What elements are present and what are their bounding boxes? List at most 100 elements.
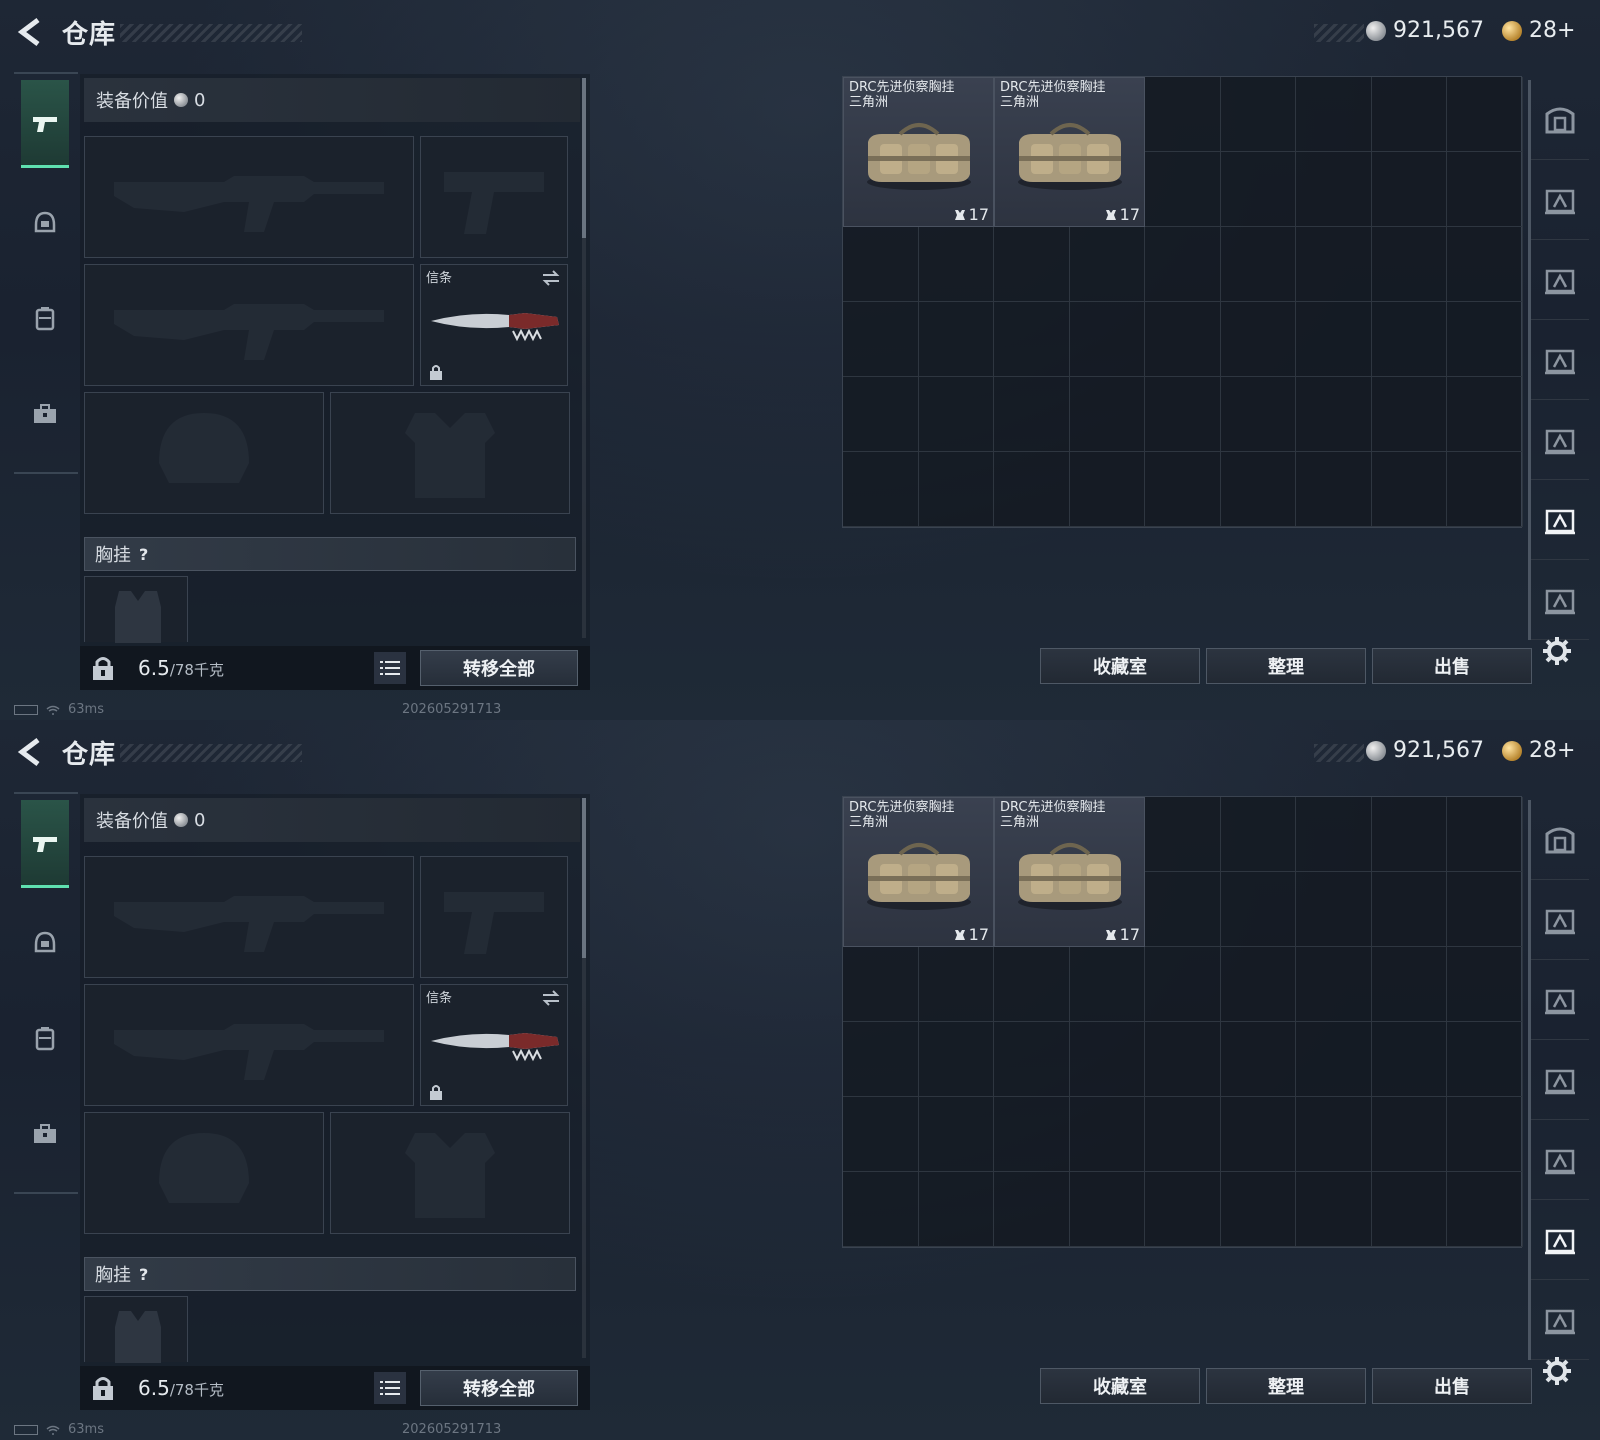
storage-tab[interactable] (1531, 160, 1589, 240)
storage-tab[interactable] (1531, 1280, 1589, 1360)
storage-tab[interactable] (1531, 80, 1589, 160)
storage-tab[interactable] (1531, 400, 1589, 480)
grid-cell[interactable] (1069, 227, 1145, 302)
nav-toolbox[interactable] (21, 370, 69, 458)
grid-cell[interactable] (843, 947, 919, 1022)
collection-room-button[interactable]: 收藏室 (1040, 648, 1200, 684)
swap-icon[interactable] (541, 989, 561, 1007)
nav-helmet[interactable] (21, 898, 69, 986)
grid-cell[interactable] (994, 1172, 1070, 1247)
storage-item[interactable]: DRC先进侦察胸挂 三角洲 17 (843, 797, 994, 947)
grid-cell[interactable] (1069, 452, 1145, 527)
scrollbar[interactable] (582, 78, 586, 238)
primary-weapon-slot[interactable] (84, 136, 414, 258)
gear-icon[interactable] (1542, 636, 1572, 666)
grid-cell[interactable] (1371, 152, 1447, 227)
grid-cell[interactable] (1447, 152, 1523, 227)
chest-rig-slot[interactable] (84, 1296, 188, 1363)
grid-cell[interactable] (1220, 302, 1296, 377)
grid-cell[interactable] (1220, 152, 1296, 227)
nav-helmet[interactable] (21, 178, 69, 266)
storage-grid[interactable]: DRC先进侦察胸挂 三角洲 17 DRC先进侦察胸挂 三角洲 17 (842, 796, 1523, 1248)
grid-cell[interactable] (1296, 1022, 1372, 1097)
grid-cell[interactable] (843, 377, 919, 452)
grid-cell[interactable] (1447, 377, 1523, 452)
grid-cell[interactable] (1296, 377, 1372, 452)
grid-cell[interactable] (1296, 1097, 1372, 1172)
secondary-weapon-slot[interactable] (84, 264, 414, 386)
storage-tab[interactable] (1531, 560, 1589, 640)
grid-cell[interactable] (1145, 947, 1221, 1022)
grid-cell[interactable] (1447, 947, 1523, 1022)
grid-cell[interactable] (1296, 452, 1372, 527)
grid-cell[interactable] (1069, 302, 1145, 377)
grid-cell[interactable] (1296, 227, 1372, 302)
grid-cell[interactable] (843, 452, 919, 527)
sell-button[interactable]: 出售 (1372, 1368, 1532, 1404)
grid-cell[interactable] (1371, 452, 1447, 527)
helmet-slot[interactable] (84, 392, 324, 514)
swap-icon[interactable] (541, 269, 561, 287)
grid-cell[interactable] (1371, 1022, 1447, 1097)
grid-cell[interactable] (1296, 152, 1372, 227)
grid-cell[interactable] (1371, 77, 1447, 152)
secondary-weapon-slot[interactable] (84, 984, 414, 1106)
grid-cell[interactable] (843, 227, 919, 302)
grid-cell[interactable] (1145, 377, 1221, 452)
storage-tab[interactable] (1531, 480, 1589, 560)
grid-cell[interactable] (843, 1172, 919, 1247)
storage-tab[interactable] (1531, 1040, 1589, 1120)
sort-button[interactable]: 整理 (1206, 648, 1366, 684)
grid-cell[interactable] (1145, 797, 1221, 872)
grid-cell[interactable] (1220, 227, 1296, 302)
grid-cell[interactable] (1220, 452, 1296, 527)
grid-cell[interactable] (1447, 797, 1523, 872)
storage-tab[interactable] (1531, 800, 1589, 880)
list-view-button[interactable] (374, 1372, 406, 1404)
grid-cell[interactable] (843, 1022, 919, 1097)
grid-cell[interactable] (1220, 377, 1296, 452)
grid-cell[interactable] (1296, 302, 1372, 377)
grid-cell[interactable] (1069, 947, 1145, 1022)
grid-cell[interactable] (994, 227, 1070, 302)
grid-cell[interactable] (1447, 302, 1523, 377)
grid-cell[interactable] (1371, 227, 1447, 302)
grid-cell[interactable] (1447, 227, 1523, 302)
grid-cell[interactable] (1447, 452, 1523, 527)
grid-cell[interactable] (1371, 302, 1447, 377)
chest-rig-slot[interactable] (84, 576, 188, 643)
gear-icon[interactable] (1542, 1356, 1572, 1386)
gold-currency[interactable]: 28+ (1502, 738, 1575, 763)
grid-cell[interactable] (1371, 1097, 1447, 1172)
silver-currency[interactable]: 921,567 (1366, 738, 1484, 763)
nav-weapons[interactable] (21, 80, 69, 168)
help-icon[interactable]: ? (139, 545, 148, 564)
melee-slot[interactable]: 信条 (420, 984, 568, 1106)
grid-cell[interactable] (1145, 227, 1221, 302)
grid-cell[interactable] (1145, 1172, 1221, 1247)
grid-cell[interactable] (1220, 947, 1296, 1022)
lock-icon[interactable] (90, 1374, 116, 1402)
grid-cell[interactable] (994, 947, 1070, 1022)
storage-tab[interactable] (1531, 1120, 1589, 1200)
grid-cell[interactable] (1447, 1097, 1523, 1172)
armor-slot[interactable] (330, 1112, 570, 1234)
grid-cell[interactable] (918, 1022, 994, 1097)
grid-cell[interactable] (1296, 872, 1372, 947)
grid-cell[interactable] (1371, 797, 1447, 872)
grid-cell[interactable] (918, 377, 994, 452)
storage-tab[interactable] (1531, 1200, 1589, 1280)
grid-cell[interactable] (994, 377, 1070, 452)
grid-cell[interactable] (1447, 1022, 1523, 1097)
grid-cell[interactable] (994, 1022, 1070, 1097)
grid-cell[interactable] (843, 302, 919, 377)
grid-cell[interactable] (1220, 1097, 1296, 1172)
back-arrow-icon[interactable] (16, 16, 46, 48)
grid-cell[interactable] (994, 302, 1070, 377)
nav-toolbox[interactable] (21, 1090, 69, 1178)
grid-cell[interactable] (918, 302, 994, 377)
grid-cell[interactable] (1220, 1022, 1296, 1097)
transfer-all-button[interactable]: 转移全部 (420, 650, 578, 686)
storage-tab[interactable] (1531, 960, 1589, 1040)
silver-currency[interactable]: 921,567 (1366, 18, 1484, 43)
